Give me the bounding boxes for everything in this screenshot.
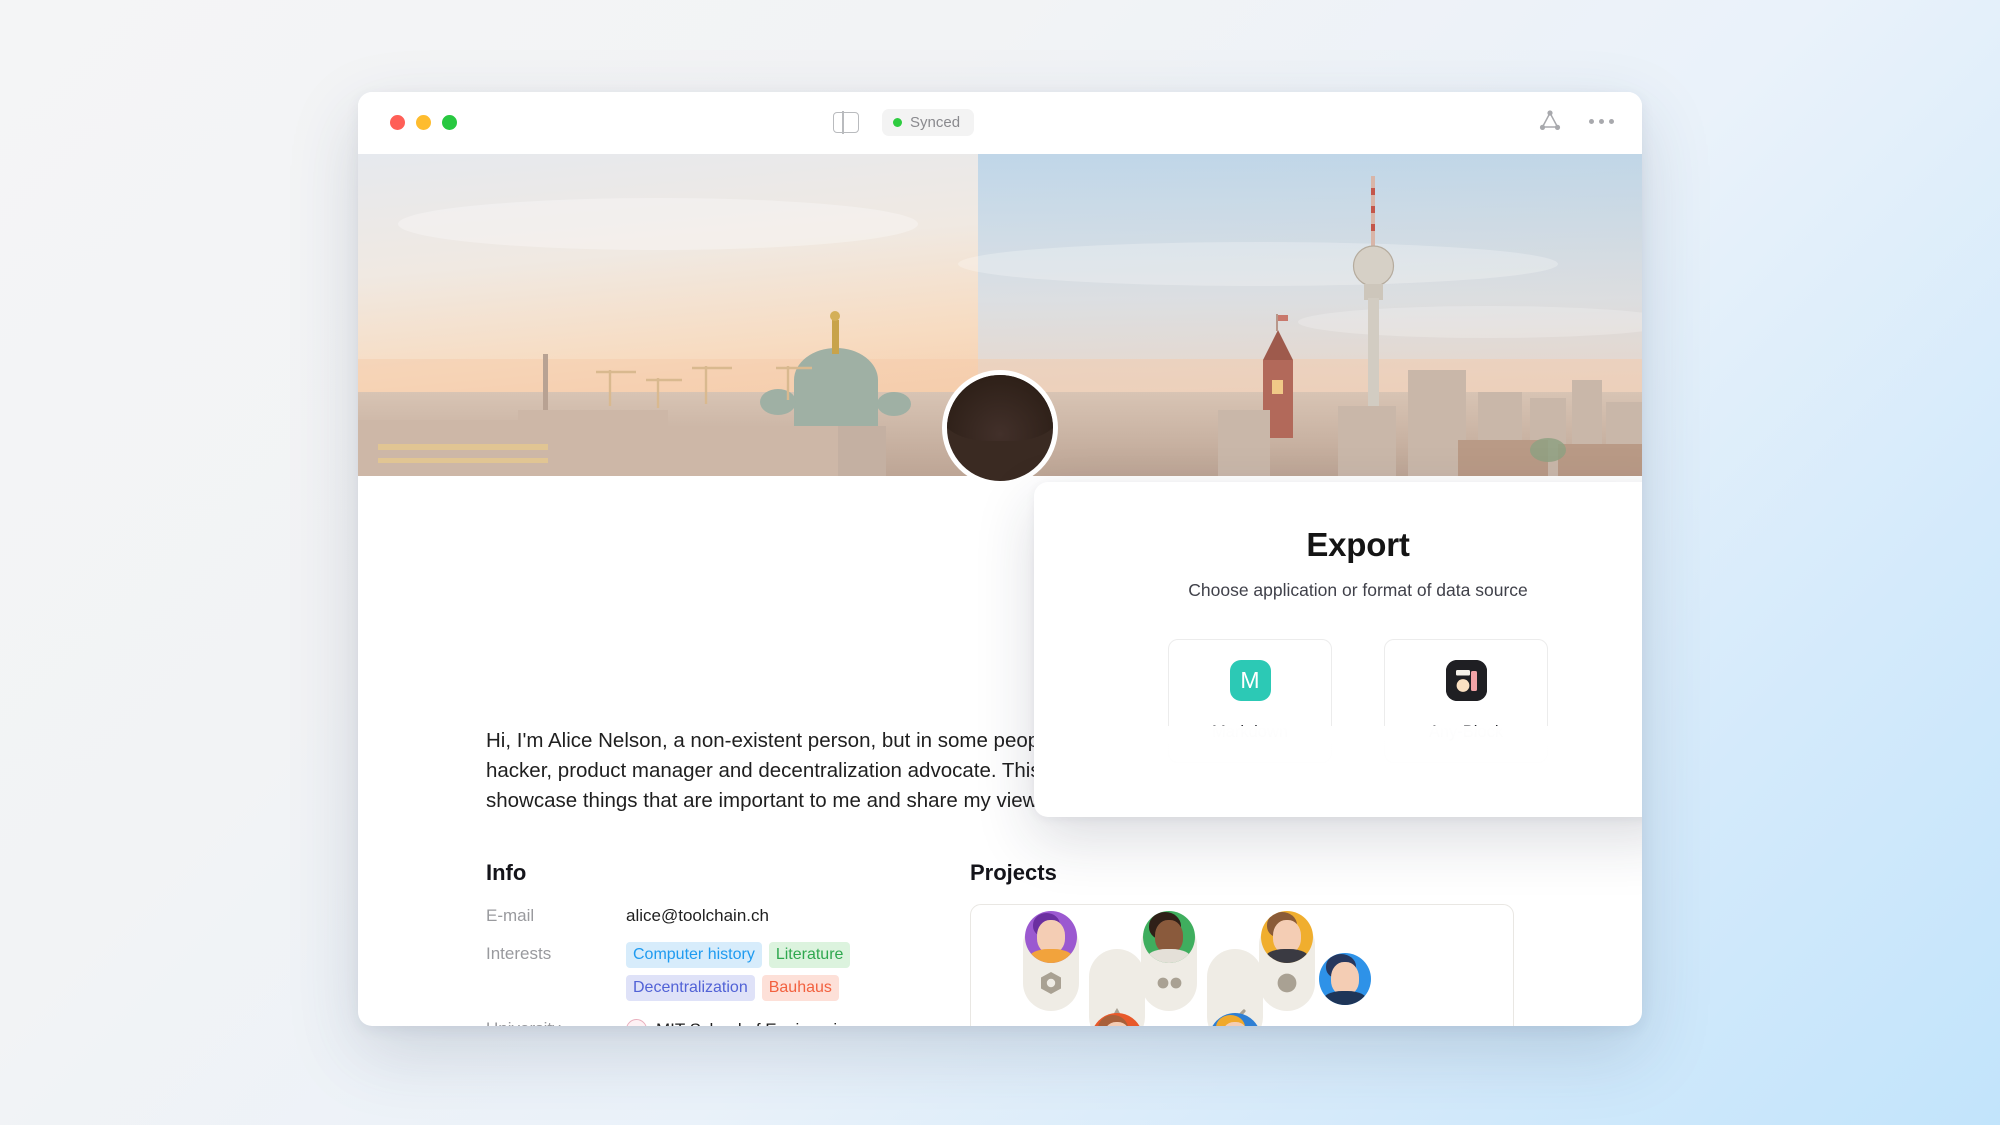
university-name: MIT School of Engineering xyxy=(656,1020,856,1027)
project-avatar[interactable] xyxy=(1319,953,1371,1005)
info-value-university[interactable]: MIT MIT School of Engineering xyxy=(626,1017,856,1026)
sync-status-badge[interactable]: Synced xyxy=(882,109,975,136)
export-dialog-title: Export xyxy=(1306,526,1410,563)
info-row-interests: Interests Computer history Literature De… xyxy=(486,942,906,1001)
titlebar-actions xyxy=(1537,108,1614,134)
interest-tag[interactable]: Decentralization xyxy=(626,975,755,1001)
projects-title: Projects xyxy=(970,860,1057,885)
sidebar-toggle-icon[interactable] xyxy=(833,111,859,134)
sync-status-dot xyxy=(893,118,902,127)
export-dialog: Export Choose application or format of d… xyxy=(1034,482,1642,818)
export-dialog-fade xyxy=(1034,726,1642,818)
info-title: Info xyxy=(486,860,527,885)
circle-icon xyxy=(1259,961,1315,1005)
info-label-interests: Interests xyxy=(486,944,552,963)
markdown-icon: M xyxy=(1229,660,1271,701)
titlebar: Synced xyxy=(358,92,1642,154)
window-controls xyxy=(390,115,457,130)
graph-icon[interactable] xyxy=(1537,108,1563,134)
info-row-email: E-mail alice@toolchain.ch xyxy=(486,904,906,926)
info-row-university: University MIT MIT School of Engineering xyxy=(486,1017,906,1026)
export-dialog-subtitle: Choose application or format of data sou… xyxy=(1188,580,1528,600)
minimize-button[interactable] xyxy=(416,115,431,130)
close-button[interactable] xyxy=(390,115,405,130)
more-options-icon[interactable] xyxy=(1589,118,1614,124)
projects-card[interactable] xyxy=(970,904,1514,1026)
interest-tag[interactable]: Computer history xyxy=(626,942,762,968)
project-avatar[interactable] xyxy=(1025,911,1077,963)
any-block-icon xyxy=(1445,660,1487,701)
mit-logo-icon: MIT xyxy=(626,1019,647,1026)
interest-tag-list: Computer history Literature Decentraliza… xyxy=(626,942,906,1001)
profile-avatar[interactable] xyxy=(942,370,1058,486)
maximize-button[interactable] xyxy=(442,115,457,130)
avatar-hair xyxy=(947,375,1053,441)
info-label-university: University xyxy=(486,1017,626,1026)
info-label-email: E-mail xyxy=(486,906,535,925)
project-avatar[interactable] xyxy=(1143,911,1195,963)
info-section: Info E-mail alice@toolchain.ch Interests… xyxy=(486,860,906,1026)
interest-tag[interactable]: Literature xyxy=(768,942,851,968)
sync-status-label: Synced xyxy=(910,114,961,131)
projects-section: Projects xyxy=(970,860,1514,1026)
project-avatar[interactable] xyxy=(1261,911,1313,963)
info-projects-columns: Info E-mail alice@toolchain.ch Interests… xyxy=(486,860,1514,1026)
two-dots-icon xyxy=(1141,961,1197,1005)
interest-tag[interactable]: Bauhaus xyxy=(761,975,839,1001)
app-window: Synced Hi, I'm Alice Nelson, a non-exist… xyxy=(358,92,1642,1026)
info-value-email[interactable]: alice@toolchain.ch xyxy=(626,904,769,926)
hexagon-icon xyxy=(1023,961,1079,1005)
